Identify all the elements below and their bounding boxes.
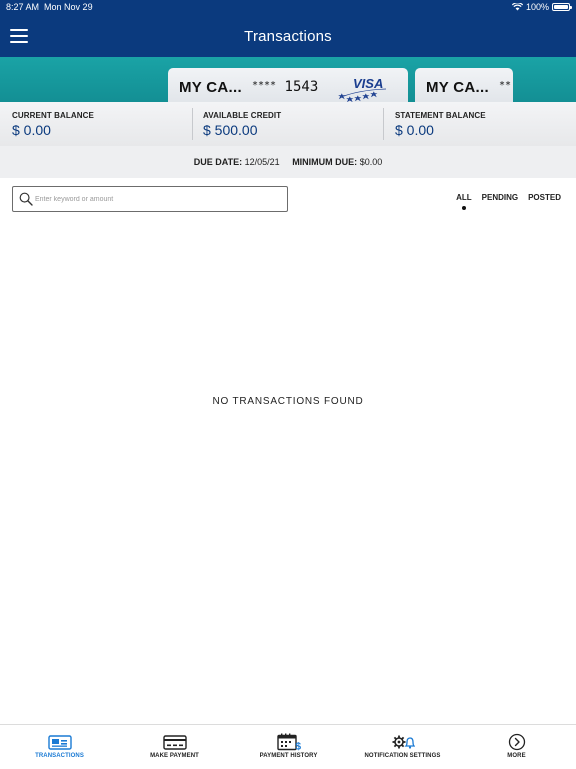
tab-notification-settings[interactable]: NOTIFICATION SETTINGS — [345, 725, 460, 769]
filter-tab-all-label: ALL — [456, 193, 472, 202]
gear-bell-icon — [392, 735, 415, 749]
current-balance-label: CURRENT BALANCE — [12, 111, 94, 120]
status-time-text: 8:27 AM — [6, 2, 40, 12]
divider — [192, 108, 193, 140]
filter-tab-pending-label: PENDING — [481, 193, 519, 202]
statement-balance: STATEMENT BALANCE $ 0.00 — [395, 102, 486, 146]
credit-card-selected[interactable]: MY CA... **** 1543 VISA — [168, 68, 408, 102]
tab-more-label: MORE — [507, 753, 526, 759]
tab-notification-settings-label: NOTIFICATION SETTINGS — [364, 753, 441, 759]
available-credit-label: AVAILABLE CREDIT — [203, 111, 282, 120]
tab-transactions[interactable]: TRANSACTIONS — [2, 725, 117, 769]
chevron-right-circle-icon — [508, 733, 525, 751]
svg-text:$: $ — [295, 742, 301, 752]
transaction-filter-tabs: ALL PENDING POSTED — [456, 193, 561, 210]
due-date-label: DUE DATE: — [193, 157, 243, 167]
divider — [383, 108, 384, 140]
current-balance-value: $ 0.00 — [12, 122, 51, 138]
filter-tab-posted-label: POSTED — [528, 193, 561, 202]
tab-make-payment-label: MAKE PAYMENT — [150, 753, 199, 759]
card-masked-digits: **** — [252, 80, 277, 91]
filter-tab-posted[interactable]: POSTED — [528, 193, 561, 202]
card-payment-icon — [162, 735, 187, 750]
status-date: Mon Nov 29 — [44, 2, 93, 12]
due-info: DUE DATE: 12/05/21 MINIMUM DUE: $0.00 — [0, 146, 576, 178]
app-header: 8:27 AM Mon Nov 29 100% Transactions — [0, 0, 576, 57]
card-carousel[interactable]: MY CA... **** 1543 VISA MY CA... ** — [0, 57, 576, 102]
credit-card-next[interactable]: MY CA... ** — [415, 68, 513, 102]
card-masked-digits: ** — [499, 80, 512, 91]
tab-transactions-label: TRANSACTIONS — [35, 753, 84, 759]
filter-tab-all[interactable]: ALL — [456, 193, 472, 210]
battery-percent: 100% — [525, 2, 549, 12]
battery-icon — [552, 3, 572, 11]
filter-tab-pending[interactable]: PENDING — [482, 193, 518, 202]
tab-more[interactable]: MORE — [459, 725, 574, 769]
selected-indicator-dot — [461, 206, 466, 210]
card-number: ** — [499, 79, 511, 95]
page-title: Transactions — [244, 28, 332, 45]
status-time: 8:27 AM Mon Nov 29 — [6, 2, 93, 12]
statement-balance-label: STATEMENT BALANCE — [395, 111, 486, 120]
search-input[interactable] — [35, 191, 283, 207]
balance-summary: CURRENT BALANCE $ 0.00 AVAILABLE CREDIT … — [0, 102, 576, 146]
calendar-dollar-icon: $ — [276, 733, 301, 752]
due-date-value: 12/05/21 — [244, 157, 280, 167]
card-last4: 1543 — [284, 79, 319, 95]
tab-payment-history[interactable]: $ PAYMENT HISTORY — [231, 725, 346, 769]
current-balance: CURRENT BALANCE $ 0.00 — [12, 102, 94, 146]
statement-balance-value: $ 0.00 — [395, 122, 434, 138]
card-name: MY CA... — [179, 79, 242, 96]
status-indicators: 100% — [511, 2, 572, 12]
tab-make-payment[interactable]: MAKE PAYMENT — [117, 725, 232, 769]
transactions-icon — [47, 735, 72, 750]
minimum-due-label: MINIMUM DUE: — [292, 157, 358, 167]
wifi-icon — [511, 3, 523, 11]
empty-state-message: NO TRANSACTIONS FOUND — [212, 396, 364, 407]
bottom-tab-bar: TRANSACTIONS MAKE PAYMENT $ PAYMENT HIST… — [0, 724, 576, 768]
card-name: MY CA... — [426, 79, 489, 96]
status-bar: 8:27 AM Mon Nov 29 100% — [0, 0, 576, 14]
search-box[interactable] — [12, 186, 288, 212]
visa-logo-text: VISA — [353, 76, 383, 91]
available-credit: AVAILABLE CREDIT $ 500.00 — [203, 102, 281, 146]
search-icon — [19, 192, 33, 206]
card-number: **** 1543 — [252, 79, 318, 95]
visa-logo-icon: VISA — [338, 76, 387, 102]
minimum-due-value: $0.00 — [359, 157, 383, 167]
tab-payment-history-label: PAYMENT HISTORY — [259, 753, 318, 759]
available-credit-value: $ 500.00 — [203, 122, 258, 138]
